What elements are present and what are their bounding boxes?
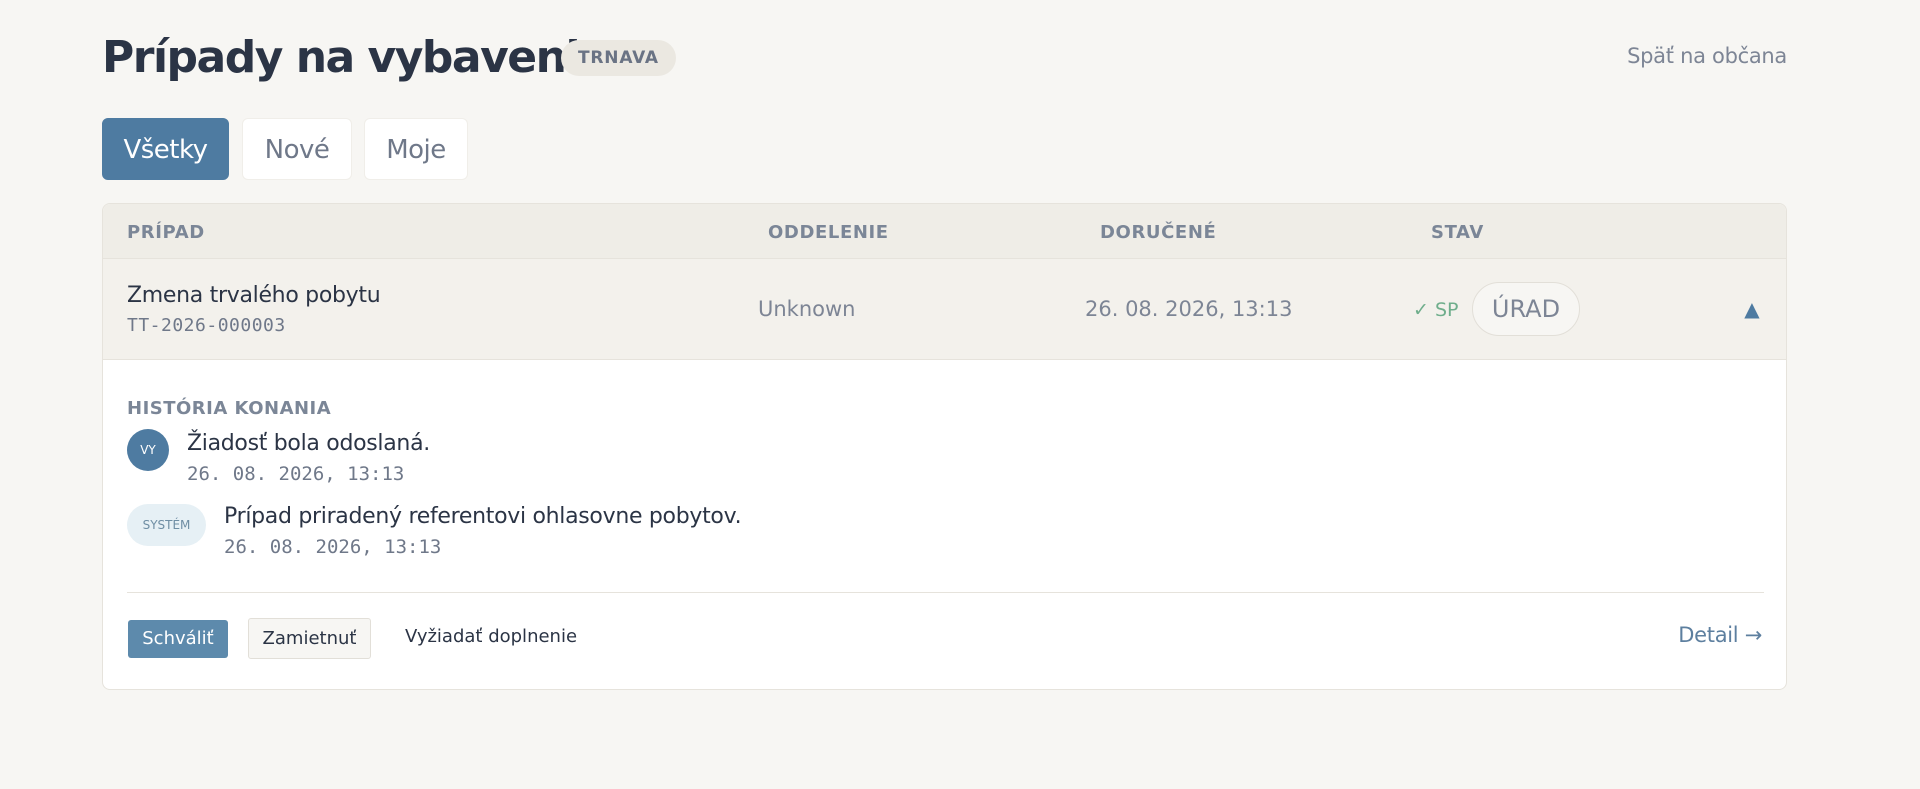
- history-text: Žiadosť bola odoslaná.: [187, 431, 430, 456]
- chevron-up-icon[interactable]: ▲: [1740, 297, 1764, 321]
- history-time: 26. 08. 2026, 13:13: [187, 463, 405, 485]
- city-badge: TRNAVA: [561, 40, 676, 76]
- column-header-department: ODDELENIE: [768, 222, 889, 243]
- case-department: Unknown: [758, 297, 856, 321]
- column-header-delivered: DORUČENÉ: [1100, 222, 1217, 243]
- approve-button[interactable]: Schváliť: [128, 620, 228, 658]
- history-title: HISTÓRIA KONANIA: [127, 398, 332, 419]
- reject-button[interactable]: Zamietnuť: [248, 618, 371, 659]
- divider: [127, 592, 1764, 593]
- back-to-citizen-link[interactable]: Späť na občana: [1627, 44, 1787, 68]
- column-header-status: STAV: [1431, 222, 1484, 243]
- tab-new[interactable]: Nové: [242, 118, 352, 180]
- page: Prípady na vybavenie TRNAVA Späť na obča…: [102, 0, 1787, 789]
- table-row[interactable]: Zmena trvalého pobytu TT-2026-000003 Unk…: [103, 259, 1786, 360]
- header: Prípady na vybavenie TRNAVA Späť na obča…: [102, 30, 1787, 86]
- history-text: Prípad priradený referentovi ohlasovne p…: [224, 504, 742, 529]
- case-details-panel: HISTÓRIA KONANIA VY Žiadosť bola odoslan…: [103, 360, 1786, 689]
- case-title: Zmena trvalého pobytu: [127, 283, 381, 308]
- history-time: 26. 08. 2026, 13:13: [224, 536, 442, 558]
- table-header: PRÍPAD ODDELENIE DORUČENÉ STAV: [103, 204, 1786, 259]
- avatar: SYSTÉM: [127, 504, 206, 546]
- column-header-case: PRÍPAD: [127, 222, 205, 243]
- history-item: SYSTÉM Prípad priradený referentovi ohla…: [127, 502, 1727, 572]
- page-title: Prípady na vybavenie: [102, 32, 609, 83]
- case-delivered-time: 26. 08. 2026, 13:13: [1085, 297, 1293, 321]
- avatar: VY: [127, 429, 169, 471]
- tab-mine[interactable]: Moje: [364, 118, 468, 180]
- history-item: VY Žiadosť bola odoslaná. 26. 08. 2026, …: [127, 429, 1727, 499]
- status-badge: ÚRAD: [1472, 282, 1580, 336]
- case-id: TT-2026-000003: [127, 315, 286, 336]
- sp-check-icon: ✓ SP: [1413, 299, 1459, 321]
- cases-table: PRÍPAD ODDELENIE DORUČENÉ STAV Zmena trv…: [102, 203, 1787, 690]
- request-completion-button[interactable]: Vyžiadať doplnenie: [405, 626, 577, 647]
- detail-link[interactable]: Detail →: [1678, 623, 1762, 647]
- tab-all[interactable]: Všetky: [102, 118, 229, 180]
